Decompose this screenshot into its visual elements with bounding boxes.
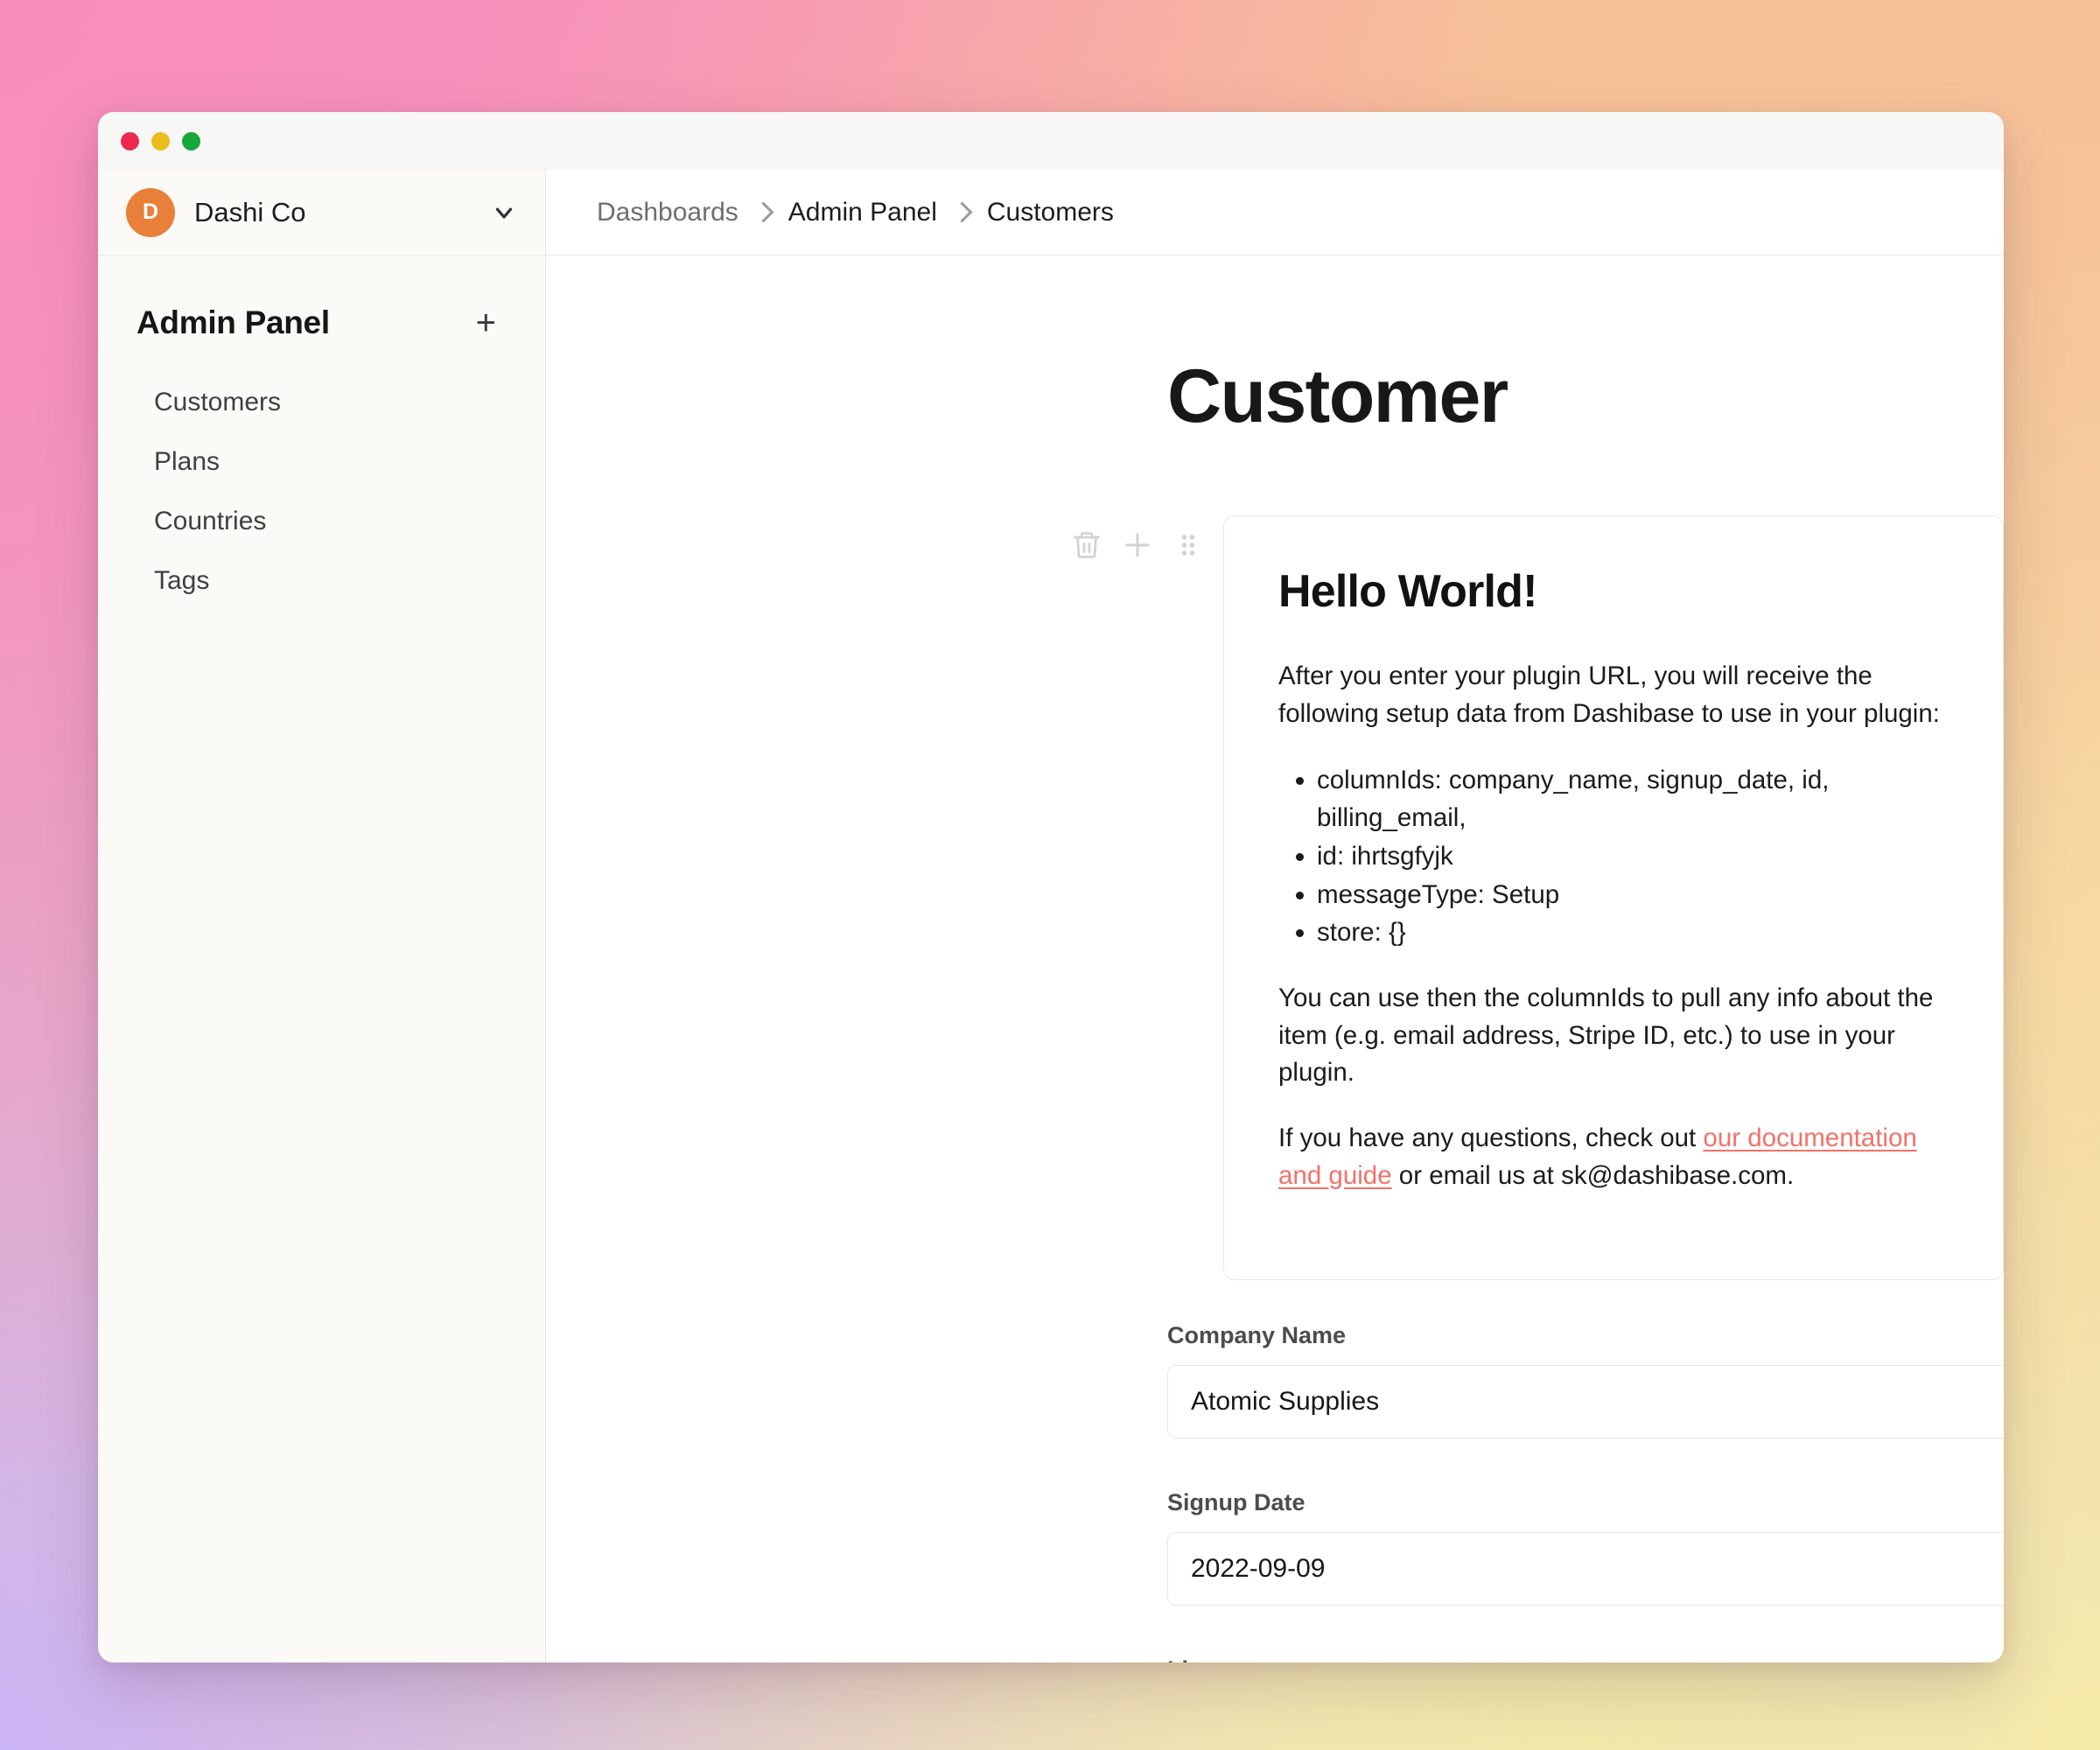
field-label: Id	[1167, 1656, 2004, 1662]
chevron-right-icon	[951, 201, 973, 223]
minimize-window-button[interactable]	[151, 131, 170, 150]
list-item: messageType: Setup	[1317, 876, 1950, 914]
footer-text-pre: If you have any questions, check out	[1278, 1124, 1704, 1153]
footer-text-post: or email us at sk@dashibase.com.	[1391, 1160, 1795, 1190]
breadcrumb-item-customers[interactable]: Customers	[987, 198, 1114, 228]
breadcrumb: Dashboards Admin Panel Customers	[546, 170, 2004, 256]
record-form: Company Name Atomic Supplies ✱ Signup Da…	[546, 1322, 2004, 1662]
content-block: Hello World! After you enter your plugin…	[546, 515, 2004, 1280]
delete-block-icon[interactable]	[1071, 529, 1102, 561]
workspace-name: Dashi Co	[194, 196, 306, 228]
page-title: Admin Panel	[136, 304, 330, 340]
app-window: D Dashi Co Admin Panel + Customers Plans…	[98, 112, 2004, 1662]
sidebar-item-customers[interactable]: Customers	[128, 373, 515, 432]
window-body: D Dashi Co Admin Panel + Customers Plans…	[98, 170, 2004, 1662]
field-company-name: Company Name Atomic Supplies ✱	[1167, 1322, 2004, 1438]
add-block-icon[interactable]	[1122, 529, 1153, 561]
maximize-window-button[interactable]	[182, 131, 200, 150]
list-item: columnIds: company_name, signup_date, id…	[1317, 761, 1950, 837]
list-item: id: ihrtsgfyjk	[1317, 837, 1950, 876]
block-toolbar	[1071, 515, 1204, 561]
card-intro-text: After you enter your plugin URL, you wil…	[1278, 662, 1940, 728]
workspace-switcher[interactable]: D Dashi Co	[98, 170, 545, 256]
field-id: Id 1	[1167, 1656, 2004, 1662]
card-body-text: You can use then the columnIds to pull a…	[1278, 983, 1934, 1088]
drag-handle-icon[interactable]	[1172, 529, 1204, 561]
sidebar-nav-header: Admin Panel +	[128, 304, 515, 341]
signup-date-input[interactable]: 2022-09-09	[1167, 1531, 2004, 1606]
sidebar: D Dashi Co Admin Panel + Customers Plans…	[98, 170, 546, 1662]
record-page-title: Customer	[1167, 354, 1508, 438]
card-heading: Hello World!	[1278, 566, 1537, 617]
window-titlebar	[98, 112, 2004, 170]
sidebar-item-countries[interactable]: Countries	[128, 492, 515, 551]
sidebar-item-plans[interactable]: Plans	[128, 432, 515, 492]
breadcrumb-item-dashboards[interactable]: Dashboards	[597, 198, 738, 228]
list-item: store: {}	[1317, 914, 1950, 952]
sidebar-nav: Admin Panel + Customers Plans Countries …	[98, 256, 545, 611]
avatar: D	[126, 187, 175, 237]
field-spacer	[1167, 1451, 2004, 1489]
field-spacer	[1167, 1618, 2004, 1656]
chevron-right-icon	[752, 201, 774, 223]
main-content: Dashboards Admin Panel Customers Custome…	[546, 170, 2004, 1662]
plugin-info-card: Hello World! After you enter your plugin…	[1223, 515, 2004, 1280]
sidebar-item-tags[interactable]: Tags	[128, 551, 515, 611]
content-scroll-area: Customer Hello World! After you enter yo…	[546, 256, 2004, 1662]
field-label: Signup Date	[1167, 1488, 1306, 1516]
close-window-button[interactable]	[121, 131, 139, 150]
breadcrumb-item-admin-panel[interactable]: Admin Panel	[788, 198, 937, 228]
chevron-down-icon	[491, 200, 517, 226]
card-footer-text: If you have any questions, check out our…	[1278, 1120, 1950, 1195]
field-signup-date: Signup Date 2022-09-09 ✱	[1167, 1489, 2004, 1606]
setup-data-list: columnIds: company_name, signup_date, id…	[1317, 761, 1950, 952]
field-label: Company Name	[1167, 1321, 1347, 1348]
company-name-input[interactable]: Atomic Supplies	[1167, 1364, 2004, 1438]
add-page-button[interactable]: +	[469, 305, 503, 340]
